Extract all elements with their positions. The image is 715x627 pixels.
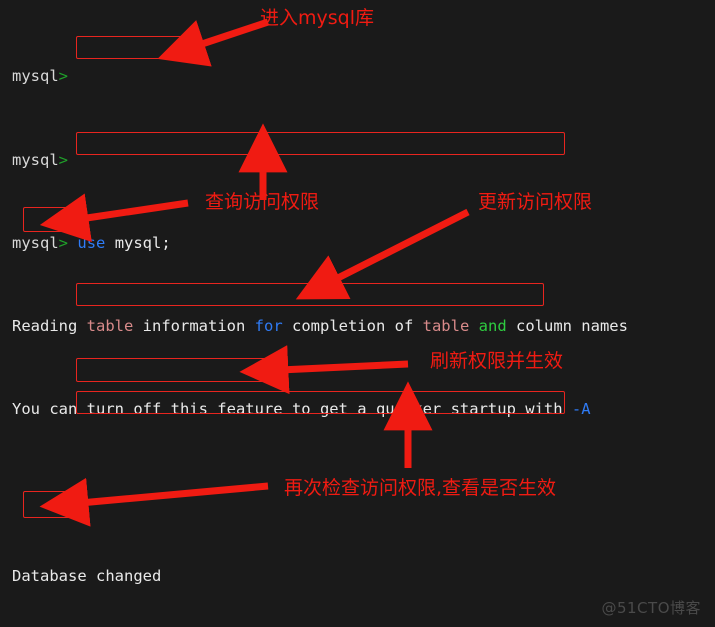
watermark-label: @51CTO博客 — [601, 599, 701, 618]
terminal-window[interactable]: mysql> mysql> mysql> use mysql; Reading … — [0, 0, 715, 627]
prompt-arrow-icon: > — [58, 150, 69, 169]
sql-keyword-use: use — [77, 233, 106, 252]
text-segment: completion of — [282, 316, 423, 335]
terminal-line-use-mysql: mysql> use mysql; — [12, 233, 715, 254]
text-segment-table: table — [86, 316, 134, 335]
sql-arg-database: mysql; — [105, 233, 171, 252]
terminal-line-prompt-2: mysql> — [12, 150, 715, 171]
text-segment: column names — [506, 316, 628, 335]
text-segment: Reading — [12, 316, 87, 335]
text-segment: You can turn off this feature to get a q… — [12, 400, 572, 419]
prompt-label: mysql — [12, 67, 59, 86]
terminal-line-youcan-turnoff: You can turn off this feature to get a q… — [12, 399, 715, 420]
prompt-arrow-icon: > — [58, 67, 69, 86]
text-segment: information — [133, 316, 255, 335]
terminal-line-prompt-1: mysql> — [12, 66, 715, 87]
text-segment-table: table — [422, 316, 470, 335]
terminal-line-database-changed: Database changed — [12, 566, 715, 587]
text-segment-for: for — [254, 316, 283, 335]
annotation-query-privs: 查询访问权限 — [205, 191, 320, 213]
text-segment-flag: -A — [571, 400, 591, 419]
prompt-label: mysql — [12, 150, 59, 169]
terminal-output: mysql> mysql> mysql> use mysql; Reading … — [0, 0, 715, 627]
text-segment — [469, 317, 478, 335]
annotation-flush-privs: 刷新权限并生效 — [430, 350, 564, 372]
annotation-recheck-privs: 再次检查访问权限,查看是否生效 — [284, 477, 557, 499]
annotation-update-privs: 更新访问权限 — [478, 191, 593, 213]
prompt-label: mysql — [12, 233, 59, 252]
terminal-line-reading-info: Reading table information for completion… — [12, 316, 715, 337]
annotation-enter-db: 进入mysql库 — [260, 7, 374, 29]
status-text: Database changed — [12, 566, 162, 585]
prompt-arrow-icon: > — [58, 233, 69, 252]
text-segment-and: and — [478, 316, 507, 335]
